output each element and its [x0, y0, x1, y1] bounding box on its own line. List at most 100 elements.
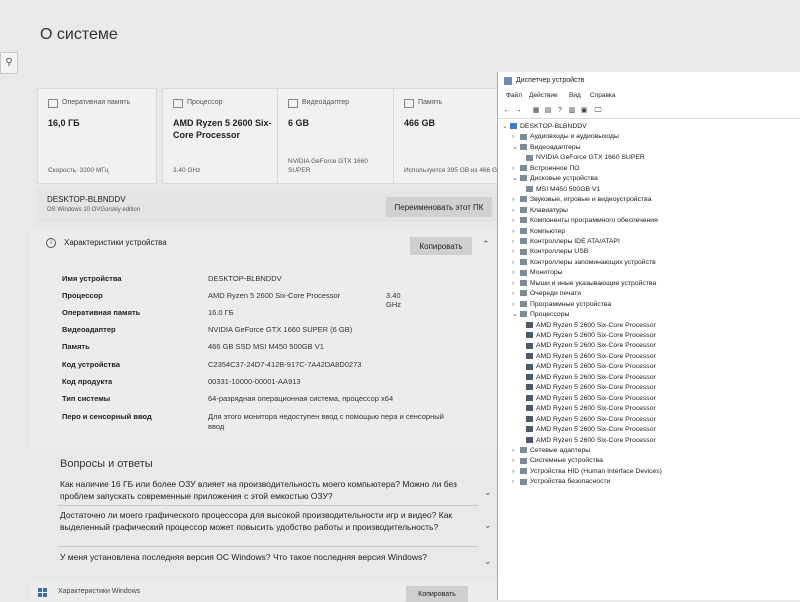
tree-device[interactable]: AMD Ryzen 5 2600 Six-Core Processor [526, 383, 656, 393]
tree-category[interactable]: ⌄ Процессоры [512, 310, 569, 320]
tree-category[interactable]: › Мониторы [512, 268, 563, 278]
help-icon[interactable]: ? [555, 106, 565, 115]
expand-arrow-icon[interactable]: › [512, 279, 520, 289]
tree-category[interactable]: › Контроллеры запоминающих устройств [512, 258, 656, 268]
device-icon [520, 447, 527, 454]
tree-category[interactable]: › Устройства безопасности [512, 477, 610, 487]
tree-device[interactable]: AMD Ryzen 5 2600 Six-Core Processor [526, 436, 656, 446]
tree-category[interactable]: › Сетевые адаптеры [512, 446, 590, 456]
tree-category[interactable]: ⌄ Видеоадаптеры [512, 143, 581, 153]
tree-category[interactable]: › Звуковые, игровые и видеоустройства [512, 195, 651, 205]
tree-label: Аудиовходы и аудиовыходы [530, 133, 619, 141]
spec-key: Имя устройства [62, 274, 122, 283]
expand-arrow-icon[interactable]: › [512, 132, 520, 142]
copy-specs-button[interactable]: Копировать [410, 237, 472, 255]
tree-category[interactable]: › Программные устройства [512, 300, 611, 310]
menu-action[interactable]: Действие [529, 92, 558, 99]
forward-icon[interactable]: → [513, 106, 523, 115]
chevron-down-icon[interactable]: ⌄ [484, 520, 492, 531]
device-icon [520, 217, 527, 224]
faq-question[interactable]: У меня установлена последняя версия ОС W… [60, 551, 470, 563]
collapse-arrow-icon[interactable]: ⌄ [502, 122, 510, 132]
device-icon [520, 165, 527, 171]
expand-arrow-icon[interactable]: › [512, 467, 520, 477]
tree-category[interactable]: › Мыши и иные указывающие устройства [512, 279, 656, 289]
tree-device[interactable]: AMD Ryzen 5 2600 Six-Core Processor [526, 425, 656, 435]
menu-help[interactable]: Справка [590, 92, 616, 99]
device-icon [526, 426, 533, 433]
expand-arrow-icon[interactable]: › [512, 237, 520, 247]
tree-label: Встроенное ПО [530, 164, 580, 172]
expand-arrow-icon[interactable]: › [512, 247, 520, 257]
tree-category[interactable]: › Контроллеры IDE ATA/ATAPI [512, 237, 620, 247]
tree-root[interactable]: ⌄ DESKTOP-BLBNDDV [502, 122, 587, 132]
expand-arrow-icon[interactable]: › [512, 195, 520, 205]
tree-device[interactable]: AMD Ryzen 5 2600 Six-Core Processor [526, 341, 656, 351]
expand-arrow-icon[interactable]: › [512, 206, 520, 216]
faq-question[interactable]: Как наличие 16 ГБ или более ОЗУ влияет н… [60, 478, 470, 502]
expand-arrow-icon[interactable]: › [512, 300, 520, 310]
tree-device[interactable]: AMD Ryzen 5 2600 Six-Core Processor [526, 415, 656, 425]
search-icon[interactable]: ⚲ [0, 52, 18, 74]
menu-bar: Файл Действие Вид Справка [498, 91, 800, 103]
device-icon [526, 342, 533, 349]
card-sub: 3.40 GHz [173, 167, 201, 174]
expand-arrow-icon[interactable]: › [512, 446, 520, 456]
tree-category[interactable]: › Очереди печати [512, 289, 581, 299]
tree-category[interactable]: › Встроенное ПО [512, 164, 580, 174]
collapse-arrow-icon[interactable]: ⌄ [512, 143, 520, 153]
list-view-icon[interactable]: ▤ [543, 106, 553, 115]
tree-category[interactable]: › Аудиовходы и аудиовыходы [512, 132, 619, 142]
device-icon [520, 175, 527, 182]
device-icon [520, 248, 527, 255]
chevron-down-icon[interactable]: ⌄ [484, 487, 492, 498]
expand-arrow-icon[interactable]: › [512, 289, 520, 299]
device-name: DESKTOP-BLBNDDV [47, 195, 126, 204]
tree-category[interactable]: › Устройства HID (Human Interface Devices… [512, 467, 662, 477]
tree-label: DESKTOP-BLBNDDV [520, 123, 587, 130]
expand-arrow-icon[interactable]: › [512, 164, 520, 174]
page-title: О системе [40, 26, 118, 43]
tree-category[interactable]: ⌄ Дисковые устройства [512, 174, 598, 184]
rename-pc-button[interactable]: Переименовать этот ПК [386, 197, 492, 217]
tree-category[interactable]: › Контроллеры USB [512, 247, 588, 257]
details-icon[interactable]: ▥ [567, 106, 577, 115]
tree-category[interactable]: › Клавиатуры [512, 206, 568, 216]
tree-device[interactable]: AMD Ryzen 5 2600 Six-Core Processor [526, 404, 656, 414]
properties-icon[interactable]: ▦ [531, 106, 541, 115]
tree-label: AMD Ryzen 5 2600 Six-Core Processor [536, 363, 656, 371]
spec-key: Процессор [62, 291, 103, 300]
expand-arrow-icon[interactable]: › [512, 227, 520, 237]
menu-file[interactable]: Файл [506, 92, 522, 99]
spec-value: DESKTOP-BLBNDDV [208, 274, 282, 283]
scan-hardware-icon[interactable]: 🖵 [593, 106, 603, 115]
expand-arrow-icon[interactable]: › [512, 456, 520, 466]
tree-device[interactable]: MSI M450 500GB V1 [526, 185, 600, 195]
chevron-down-icon[interactable]: ⌄ [484, 556, 492, 567]
device-icon [520, 238, 527, 245]
expand-arrow-icon[interactable]: › [512, 216, 520, 226]
tree-device[interactable]: AMD Ryzen 5 2600 Six-Core Processor [526, 362, 656, 372]
tree-category[interactable]: › Системные устройства [512, 456, 603, 466]
expand-arrow-icon[interactable]: › [512, 268, 520, 278]
menu-view[interactable]: Вид [569, 92, 581, 99]
expand-arrow-icon[interactable]: › [512, 258, 520, 268]
tree-device[interactable]: AMD Ryzen 5 2600 Six-Core Processor [526, 352, 656, 362]
expand-arrow-icon[interactable]: › [512, 477, 520, 487]
tree-device[interactable]: AMD Ryzen 5 2600 Six-Core Processor [526, 331, 656, 341]
faq-question[interactable]: Достаточно ли моего графического процесс… [60, 509, 470, 533]
tree-category[interactable]: › Компоненты программного обеспечения [512, 216, 658, 226]
tree-device[interactable]: AMD Ryzen 5 2600 Six-Core Processor [526, 373, 656, 383]
update-driver-icon[interactable]: ▣ [579, 106, 589, 115]
tree-device[interactable]: NVIDIA GeForce GTX 1660 SUPER [526, 153, 645, 163]
spec-value: Для этого монитора недоступен ввод с пом… [208, 412, 444, 431]
back-icon[interactable]: ← [502, 106, 512, 115]
titlebar[interactable]: Диспетчер устройств [498, 72, 800, 90]
tree-label: MSI M450 500GB V1 [536, 185, 601, 193]
tree-device[interactable]: AMD Ryzen 5 2600 Six-Core Processor [526, 321, 656, 331]
chevron-up-icon[interactable]: ⌃ [482, 239, 490, 250]
tree-device[interactable]: AMD Ryzen 5 2600 Six-Core Processor [526, 394, 656, 404]
collapse-arrow-icon[interactable]: ⌄ [512, 310, 520, 320]
collapse-arrow-icon[interactable]: ⌄ [512, 174, 520, 184]
tree-category[interactable]: › Компьютер [512, 227, 565, 237]
